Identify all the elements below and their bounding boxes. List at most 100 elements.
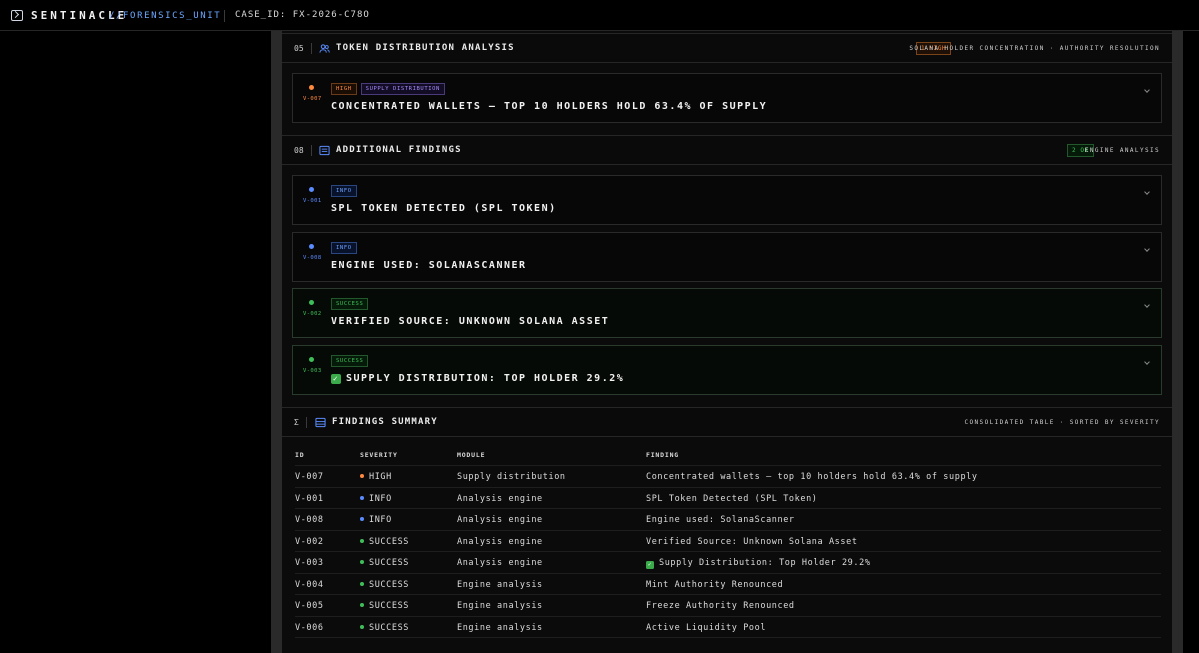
cell-module: Analysis engine [457,493,543,504]
cell-severity: INFO [360,494,392,504]
category-tag: SUPPLY DISTRIBUTION [360,83,445,95]
severity-label: SUCCESS [369,622,410,633]
severity-tag: SUCCESS [331,355,369,367]
section-findings-summary[interactable]: Σ FINDINGS SUMMARY CONSOLIDATED TABLE · … [282,407,1172,437]
section-meta: SOLANA HOLDER CONCENTRATION · AUTHORITY … [909,45,1160,52]
table-header: ID SEVERITY MODULE FINDING [295,443,1161,466]
severity-tag: HIGH [331,83,357,95]
table-row[interactable]: V-004 SUCCESS Engine analysis Mint Autho… [295,574,1161,595]
cell-module: Analysis engine [457,536,543,547]
finding-card-v-003[interactable]: V-003 SUCCESS ✓ SUPPLY DISTRIBUTION: TOP… [292,345,1162,395]
chevron-down-icon[interactable] [1144,189,1150,195]
section-number: 08 [294,146,304,155]
finding-title: SPL TOKEN DETECTED (SPL TOKEN) [331,203,557,214]
section-title: FINDINGS SUMMARY [332,417,438,427]
cell-finding: Active Liquidity Pool [646,622,767,633]
severity-dot [360,474,364,478]
column-header-finding: FINDING [646,451,679,459]
severity-dot [309,85,314,90]
finding-card-v-001[interactable]: V-001 INFO SPL TOKEN DETECTED (SPL TOKEN… [292,175,1162,225]
divider [306,417,307,428]
table-row[interactable]: V-002 SUCCESS Analysis engine Verified S… [295,531,1161,552]
chevron-down-icon[interactable] [1144,302,1150,308]
cell-module: Analysis engine [457,558,543,568]
finding-card-v-007[interactable]: V-007 HIGH SUPPLY DISTRIBUTION CONCENTRA… [292,73,1162,123]
severity-tag: SUCCESS [331,298,369,310]
severity-label: SUCCESS [369,536,410,547]
cell-id: V-005 [295,601,324,611]
divider [311,43,312,54]
cell-finding: Freeze Authority Renounced [646,601,795,611]
section-token-distribution[interactable]: 05 TOKEN DISTRIBUTION ANALYSIS 1 HIGH SO… [282,33,1172,63]
cell-severity: SUCCESS [360,623,409,633]
column-header-module: MODULE [457,451,486,459]
cell-id: V-003 [295,558,324,568]
left-rail [271,31,282,653]
severity-label: HIGH [369,472,392,482]
section-title: ADDITIONAL FINDINGS [336,145,462,155]
column-header-severity: SEVERITY [360,451,398,459]
cell-module: Analysis engine [457,515,543,525]
severity-label: SUCCESS [369,601,410,611]
brand-unit: //FORENSICS_UNIT [109,11,222,21]
cell-module: Supply distribution [457,472,566,482]
finding-title: CONCENTRATED WALLETS — TOP 10 HOLDERS HO… [331,101,768,112]
table-row[interactable]: V-003 SUCCESS Analysis engine ✓ Supply Di… [295,552,1161,574]
severity-dot [309,244,314,249]
finding-id: V-003 [303,368,322,374]
cell-finding: SPL Token Detected (SPL Token) [646,493,818,504]
table-row[interactable]: V-007 HIGH Supply distribution Concentra… [295,466,1161,488]
cell-module: Engine analysis [457,601,543,611]
section-number: 05 [294,44,304,53]
severity-dot [360,538,364,543]
table-row[interactable]: V-008 INFO Analysis engine Engine used: … [295,509,1161,531]
cell-severity: SUCCESS [360,558,409,568]
cell-finding: Mint Authority Renounced [646,579,784,590]
chevron-down-icon[interactable] [1144,359,1150,365]
cell-finding: Concentrated wallets — top 10 holders ho… [646,472,978,482]
table-row[interactable]: V-001 INFO Analysis engine SPL Token Det… [295,488,1161,509]
cell-module: Engine analysis [457,579,543,590]
severity-dot [360,581,364,586]
severity-label: SUCCESS [369,579,410,590]
checkmark-icon: ✓ [331,373,341,384]
finding-title: ENGINE USED: SOLANASCANNER [331,260,527,271]
cell-finding: Verified Source: Unknown Solana Asset [646,536,858,547]
table-row[interactable]: V-006 SUCCESS Engine analysis Active Liq… [295,617,1161,638]
finding-title: SUPPLY DISTRIBUTION: TOP HOLDER 29.2% [346,373,625,384]
severity-dot [360,624,364,629]
cell-id: V-008 [295,515,324,525]
case-id: CASE_ID: FX-2026-C78O [235,10,370,20]
finding-id: V-007 [303,96,322,102]
chevron-down-icon[interactable] [1144,87,1150,93]
chevron-down-icon[interactable] [1144,246,1150,252]
finding-id: V-008 [303,255,322,261]
cell-severity: HIGH [360,472,392,482]
section-additional-findings[interactable]: 08 ADDITIONAL FINDINGS 2 OK ENGINE ANALY… [282,135,1172,165]
section-number: Σ [294,418,299,427]
section-meta: CONSOLIDATED TABLE · SORTED BY SEVERITY [964,419,1160,426]
section-meta: ENGINE ANALYSIS [1084,147,1160,154]
list-icon [319,145,330,156]
right-scrollbar[interactable] [1172,31,1183,653]
severity-dot [309,187,314,192]
severity-tag: INFO [331,185,357,197]
cell-module: Engine analysis [457,622,543,633]
finding-card-v-002[interactable]: V-002 SUCCESS VERIFIED SOURCE: UNKNOWN S… [292,288,1162,338]
finding-id: V-002 [303,311,322,317]
severity-dot [309,300,314,305]
finding-title-row: ✓ SUPPLY DISTRIBUTION: TOP HOLDER 29.2% [331,373,624,384]
report-content: 05 TOKEN DISTRIBUTION ANALYSIS 1 HIGH SO… [282,31,1172,653]
cell-severity: SUCCESS [360,537,409,547]
cell-id: V-001 [295,493,324,504]
users-icon [319,44,330,53]
table-row[interactable]: V-005 SUCCESS Engine analysis Freeze Aut… [295,595,1161,617]
divider [311,145,312,156]
cell-id: V-006 [295,622,324,633]
findings-summary-table: ID SEVERITY MODULE FINDING V-007 HIGH Su… [295,443,1161,638]
checkmark-icon: ✓ [646,561,654,569]
table-icon [315,417,326,428]
finding-card-v-008[interactable]: V-008 INFO ENGINE USED: SOLANASCANNER [292,232,1162,282]
top-bar: SENTINACLE //FORENSICS_UNIT CASE_ID: FX-… [0,0,1199,31]
severity-label: INFO [369,515,392,525]
